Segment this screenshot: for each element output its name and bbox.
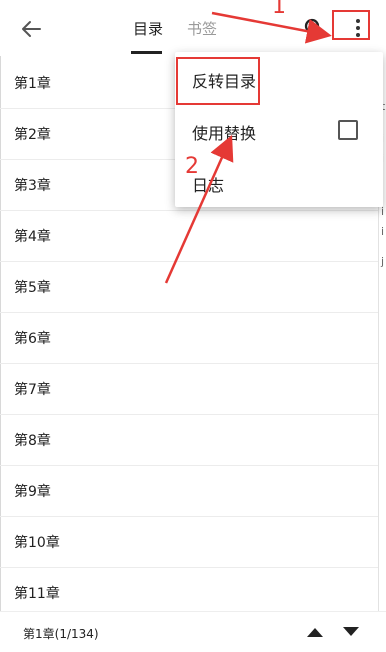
list-item[interactable]: 第10章	[0, 517, 378, 568]
current-chapter-label: 第1章(1/134)	[23, 627, 99, 641]
edge-glyph: i	[381, 225, 385, 238]
overflow-menu: 反转目录 使用替换 日志	[175, 52, 383, 207]
tab-bookmarks[interactable]: 书签	[187, 18, 217, 39]
menu-item-use-replace[interactable]: 使用替换	[192, 120, 256, 144]
list-item[interactable]: 第7章	[0, 364, 378, 415]
edge-glyph: j	[381, 255, 385, 268]
tab-toc[interactable]: 目录	[133, 18, 163, 39]
scroll-up-icon[interactable]	[307, 627, 323, 637]
scroll-down-icon[interactable]	[343, 627, 359, 637]
use-replace-checkbox[interactable]	[338, 120, 358, 140]
more-options-icon[interactable]	[343, 14, 373, 42]
bottom-bar: 第1章(1/134)	[0, 611, 386, 652]
menu-item-reverse-toc[interactable]: 反转目录	[192, 68, 256, 92]
active-tab-indicator	[131, 51, 162, 54]
back-arrow-icon[interactable]	[18, 16, 44, 42]
list-item[interactable]: 第8章	[0, 415, 378, 466]
top-bar: 目录 书签	[0, 0, 386, 56]
menu-item-log[interactable]: 日志	[192, 172, 224, 196]
list-item[interactable]: 第9章	[0, 466, 378, 517]
list-item[interactable]: 第4章	[0, 211, 378, 262]
list-item[interactable]: 第5章	[0, 262, 378, 313]
search-icon[interactable]	[302, 16, 326, 40]
list-item[interactable]: 第6章	[0, 313, 378, 364]
